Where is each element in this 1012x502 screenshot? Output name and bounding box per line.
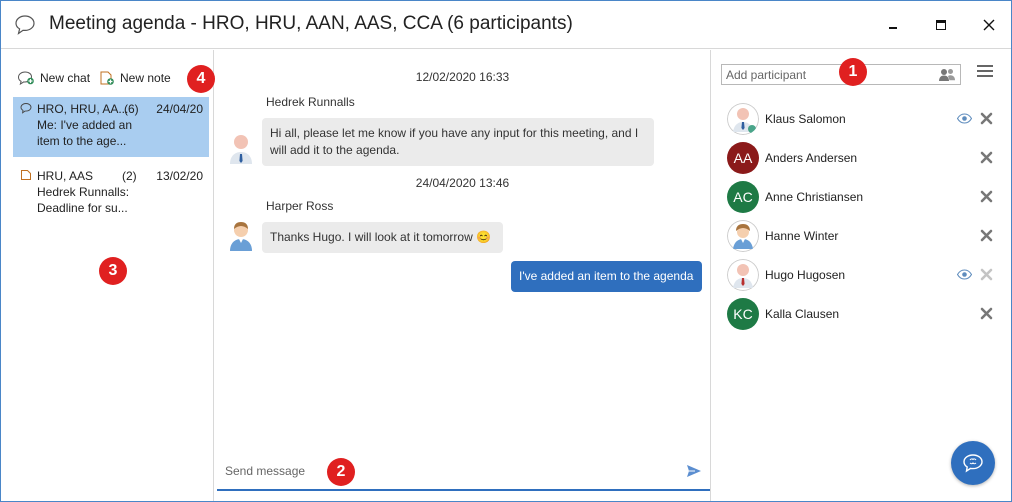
- new-chat-label: New chat: [40, 71, 91, 85]
- new-chat-button[interactable]: New chat: [17, 70, 90, 86]
- chat-bubble-icon: [20, 103, 32, 114]
- avatar: [230, 222, 252, 251]
- add-participant-input[interactable]: [726, 68, 926, 82]
- close-icon: [983, 19, 995, 31]
- title-bar: Meeting agenda - HRO, HRU, AAN, AAS, CCA…: [1, 1, 1011, 49]
- participant-name: Kalla Clausen: [765, 307, 840, 321]
- remove-participant-icon[interactable]: [980, 190, 993, 203]
- participant-row[interactable]: KC Kalla Clausen: [725, 298, 997, 330]
- participant-name: Hugo Hugosen: [765, 268, 846, 282]
- conversation-date: 24/04/20: [156, 102, 203, 116]
- group-icon[interactable]: [938, 67, 956, 82]
- close-button[interactable]: [975, 11, 1003, 39]
- participant-row[interactable]: Hanne Winter: [725, 220, 997, 252]
- avatar: [727, 259, 759, 291]
- window-title: Meeting agenda - HRO, HRU, AAN, AAS, CCA…: [49, 13, 573, 34]
- eye-icon: [957, 113, 972, 124]
- conversation-count: (6): [124, 102, 139, 116]
- annotation-badge: 2: [327, 458, 355, 486]
- minimize-button[interactable]: [879, 11, 907, 39]
- eye-icon: [957, 269, 972, 280]
- new-note-icon: [100, 71, 114, 85]
- brain-chat-icon: [963, 454, 983, 473]
- avatar: KC: [727, 298, 759, 330]
- conversation-preview: Me: I've added an item to the age...: [37, 118, 133, 148]
- hamburger-menu-icon: [977, 65, 993, 77]
- chat-panel: 12/02/2020 16:33 Hedrek Runnalls Hi all,…: [215, 50, 710, 501]
- conversation-name: HRU, AAS: [37, 169, 94, 183]
- avatar: AC: [727, 181, 759, 213]
- send-message-input[interactable]: [225, 464, 645, 478]
- conversation-item[interactable]: HRU, AAS (2) 13/02/20 Hedrek Runnalls: D…: [13, 164, 209, 224]
- remove-participant-icon[interactable]: [980, 307, 993, 320]
- annotation-badge: 3: [99, 257, 127, 285]
- send-icon: [687, 465, 701, 477]
- message-bubble-outgoing: I've added an item to the agenda: [511, 261, 702, 292]
- avatar: [727, 103, 759, 135]
- new-chat-icon: [17, 71, 34, 86]
- new-note-button[interactable]: New note: [99, 70, 171, 86]
- note-icon: [21, 170, 31, 180]
- menu-button[interactable]: [977, 64, 993, 81]
- conversation-name: HRO, HRU, AA...: [37, 102, 129, 116]
- conversation-preview: Hedrek Runnalls: Deadline for su...: [37, 185, 130, 215]
- message-composer: [217, 454, 710, 491]
- remove-participant-icon[interactable]: [980, 268, 993, 281]
- participant-row[interactable]: Hugo Hugosen: [725, 259, 997, 291]
- chat-window: Meeting agenda - HRO, HRU, AAN, AAS, CCA…: [0, 0, 1012, 502]
- avatar: AA: [727, 142, 759, 174]
- minimize-icon: [889, 27, 897, 29]
- conversation-date: 13/02/20: [156, 169, 203, 183]
- participant-name: Anne Christiansen: [765, 190, 864, 204]
- participant-row[interactable]: AA Anders Andersen: [725, 142, 997, 174]
- participant-name: Hanne Winter: [765, 229, 839, 243]
- remove-participant-icon[interactable]: [980, 151, 993, 164]
- annotation-badge: 4: [187, 65, 215, 93]
- annotation-badge: 1: [839, 58, 867, 86]
- message-sender: Hedrek Runnalls: [266, 95, 355, 109]
- message-bubble: Thanks Hugo. I will look at it tomorrow …: [262, 222, 503, 253]
- remove-participant-icon[interactable]: [980, 112, 993, 125]
- avatar: [230, 135, 252, 164]
- conversation-item[interactable]: HRO, HRU, AA... (6) 24/04/20 Me: I've ad…: [13, 97, 209, 157]
- assistant-fab-button[interactable]: [951, 441, 995, 485]
- participant-name: Klaus Salomon: [765, 112, 846, 126]
- avatar: [727, 220, 759, 252]
- chat-bubble-icon: [15, 15, 35, 35]
- participant-name: Anders Andersen: [765, 151, 858, 165]
- message-sender: Harper Ross: [266, 199, 334, 213]
- message-bubble: Hi all, please let me know if you have a…: [262, 118, 654, 166]
- remove-participant-icon[interactable]: [980, 229, 993, 242]
- send-button[interactable]: [686, 464, 702, 481]
- maximize-icon: [936, 20, 946, 30]
- participant-row[interactable]: AC Anne Christiansen: [725, 181, 997, 213]
- maximize-button[interactable]: [927, 11, 955, 39]
- conversation-count: (2): [122, 169, 137, 183]
- message-timestamp: 24/04/2020 13:46: [415, 176, 510, 190]
- new-note-label: New note: [120, 71, 171, 85]
- message-timestamp: 12/02/2020 16:33: [415, 70, 510, 84]
- participant-row[interactable]: Klaus Salomon: [725, 103, 997, 135]
- participants-panel: Klaus Salomon AA Anders Andersen AC Anne…: [710, 50, 1011, 501]
